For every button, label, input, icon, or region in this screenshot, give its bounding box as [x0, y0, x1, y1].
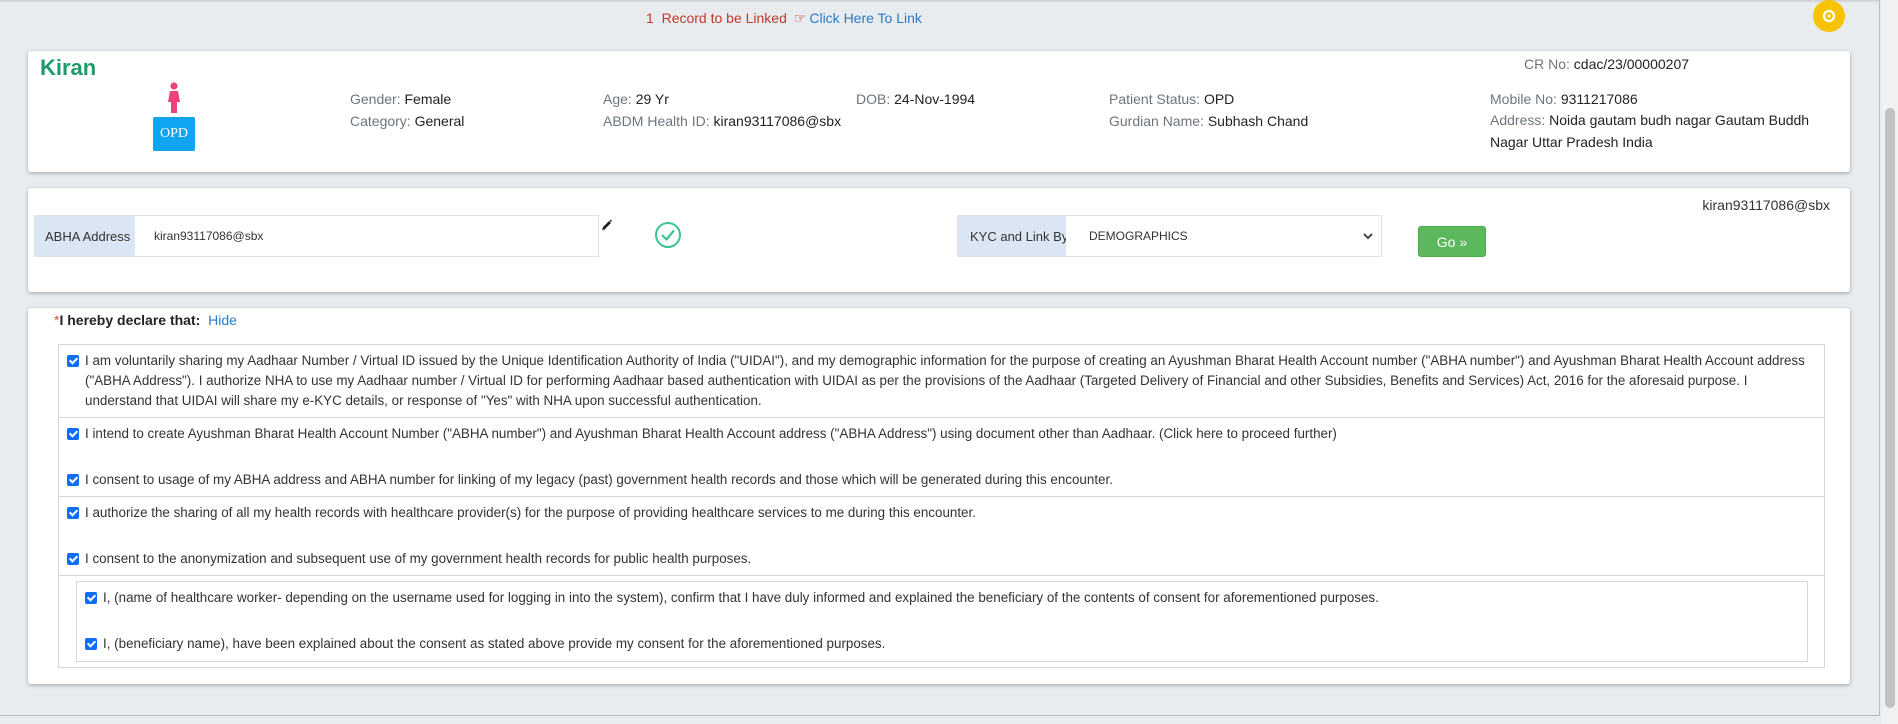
- confirmation-box: I, (name of healthcare worker- depending…: [76, 581, 1808, 662]
- dob-value: 24-Nov-1994: [894, 91, 976, 107]
- mobile-field: Mobile No: 9311217086: [1490, 91, 1638, 107]
- consent-item: I authorize the sharing of all my health…: [59, 500, 1824, 526]
- consent-item: I am voluntarily sharing my Aadhaar Numb…: [59, 348, 1824, 414]
- consent-section-sharing: I authorize the sharing of all my health…: [59, 497, 1824, 576]
- consent-text: I am voluntarily sharing my Aadhaar Numb…: [85, 353, 1805, 408]
- patient-name: Kiran: [40, 55, 97, 80]
- go-button[interactable]: Go »: [1418, 226, 1486, 257]
- consent-checkbox[interactable]: [67, 553, 79, 565]
- kyc-method-select[interactable]: DEMOGRAPHICS: [1066, 216, 1381, 256]
- consent-section-confirmation: I, (name of healthcare worker- depending…: [59, 576, 1824, 667]
- kyc-link-group: KYC and Link By DEMOGRAPHICS: [957, 215, 1382, 257]
- scrollbar-thumb[interactable]: [1885, 108, 1895, 708]
- mobile-label: Mobile No:: [1490, 91, 1557, 107]
- consent-section-aadhaar: I am voluntarily sharing my Aadhaar Numb…: [59, 345, 1824, 418]
- age-field: Age: 29 Yr: [603, 91, 669, 107]
- cr-no-field: CR No: cdac/23/00000207: [1524, 56, 1689, 72]
- category-field: Category: General: [350, 113, 464, 129]
- abha-link-card: ABHA Address KYC and Link By DEMOGRAPHIC…: [28, 188, 1850, 292]
- gender-label: Gender:: [350, 91, 401, 107]
- consent-card: *I hereby declare that: Hide I am volunt…: [28, 308, 1850, 684]
- consent-text: I intend to create Ayushman Bharat Healt…: [85, 426, 1337, 441]
- dob-field: DOB: 24-Nov-1994: [856, 91, 975, 107]
- consent-checkbox[interactable]: [67, 355, 79, 367]
- cr-no-value: cdac/23/00000207: [1573, 56, 1690, 72]
- category-label: Category:: [350, 113, 411, 129]
- consent-checkbox[interactable]: [85, 592, 97, 604]
- go-button-label: Go: [1436, 233, 1456, 250]
- consent-checkbox[interactable]: [67, 507, 79, 519]
- declaration-label: I hereby declare that:: [59, 312, 201, 328]
- consent-item: I, (beneficiary name), have been explain…: [77, 631, 1807, 657]
- address-field: Address: Noida gautam budh nagar Gautam …: [1490, 109, 1830, 153]
- verified-check-icon: [654, 221, 682, 252]
- abdm-id-value: kiran93117086@sbx: [713, 113, 842, 129]
- gender-field: Gender: Female: [350, 91, 451, 107]
- abha-address-display: kiran93117086@sbx: [1702, 197, 1830, 213]
- abdm-id-field: ABDM Health ID: kiran93117086@sbx: [603, 113, 841, 129]
- abha-address-label: ABHA Address: [35, 216, 135, 256]
- patient-status-label: Patient Status:: [1109, 91, 1201, 107]
- consent-checkbox[interactable]: [85, 638, 97, 650]
- consent-text: I, (name of healthcare worker- depending…: [103, 590, 1379, 605]
- guardian-field: Gurdian Name: Subhash Chand: [1109, 113, 1308, 129]
- consent-item: I, (name of healthcare worker- depending…: [77, 585, 1807, 611]
- mobile-value: 9311217086: [1560, 91, 1638, 107]
- consent-text: I, (beneficiary name), have been explain…: [103, 636, 886, 651]
- kyc-selected-value: DEMOGRAPHICS: [1089, 229, 1188, 243]
- settings-gear-icon[interactable]: [1813, 0, 1845, 32]
- abha-address-input[interactable]: [135, 216, 598, 256]
- consent-section-abha: I intend to create Ayushman Bharat Healt…: [59, 418, 1824, 497]
- consent-text: I consent to the anonymization and subse…: [85, 551, 752, 566]
- click-here-to-link[interactable]: Click Here To Link: [809, 10, 922, 26]
- category-value: General: [414, 113, 465, 129]
- hide-link[interactable]: Hide: [208, 312, 237, 328]
- consent-text: I consent to usage of my ABHA address an…: [85, 472, 1113, 487]
- age-label: Age:: [603, 91, 632, 107]
- link-count: 1: [646, 10, 654, 26]
- edit-pencil-icon[interactable]: [601, 218, 613, 233]
- link-message: Record to be Linked: [661, 10, 787, 26]
- hand-pointing-icon: ☞: [793, 10, 807, 26]
- guardian-value: Subhash Chand: [1207, 113, 1309, 129]
- opd-badge: OPD: [153, 117, 195, 151]
- consent-checkbox[interactable]: [67, 428, 79, 440]
- kyc-link-label: KYC and Link By: [958, 216, 1068, 256]
- patient-status-field: Patient Status: OPD: [1109, 91, 1234, 107]
- consent-item: I intend to create Ayushman Bharat Healt…: [59, 421, 1824, 447]
- double-chevron-right-icon: »: [1459, 233, 1468, 250]
- cr-no-label: CR No:: [1524, 56, 1570, 72]
- declaration-heading: *I hereby declare that: Hide: [54, 312, 237, 328]
- address-label: Address:: [1490, 112, 1546, 128]
- consent-item: I consent to the anonymization and subse…: [59, 546, 1824, 572]
- abha-address-group: ABHA Address: [34, 215, 599, 257]
- age-value: 29 Yr: [635, 91, 669, 107]
- guardian-label: Gurdian Name:: [1109, 113, 1204, 129]
- consent-text: I authorize the sharing of all my health…: [85, 505, 976, 520]
- consent-list: I am voluntarily sharing my Aadhaar Numb…: [58, 344, 1825, 668]
- patient-status-value: OPD: [1203, 91, 1235, 107]
- consent-item: I consent to usage of my ABHA address an…: [59, 467, 1824, 493]
- consent-checkbox[interactable]: [67, 474, 79, 486]
- dob-label: DOB:: [856, 91, 891, 107]
- patient-info-card: Kiran OPD CR No: cdac/23/00000207 Gender…: [28, 51, 1850, 172]
- female-person-icon: [167, 82, 181, 117]
- gender-value: Female: [404, 91, 452, 107]
- chevron-down-icon: [1363, 229, 1373, 243]
- abdm-id-label: ABDM Health ID:: [603, 113, 710, 129]
- link-notice: 1 Record to be Linked ☞ Click Here To Lin…: [646, 10, 922, 27]
